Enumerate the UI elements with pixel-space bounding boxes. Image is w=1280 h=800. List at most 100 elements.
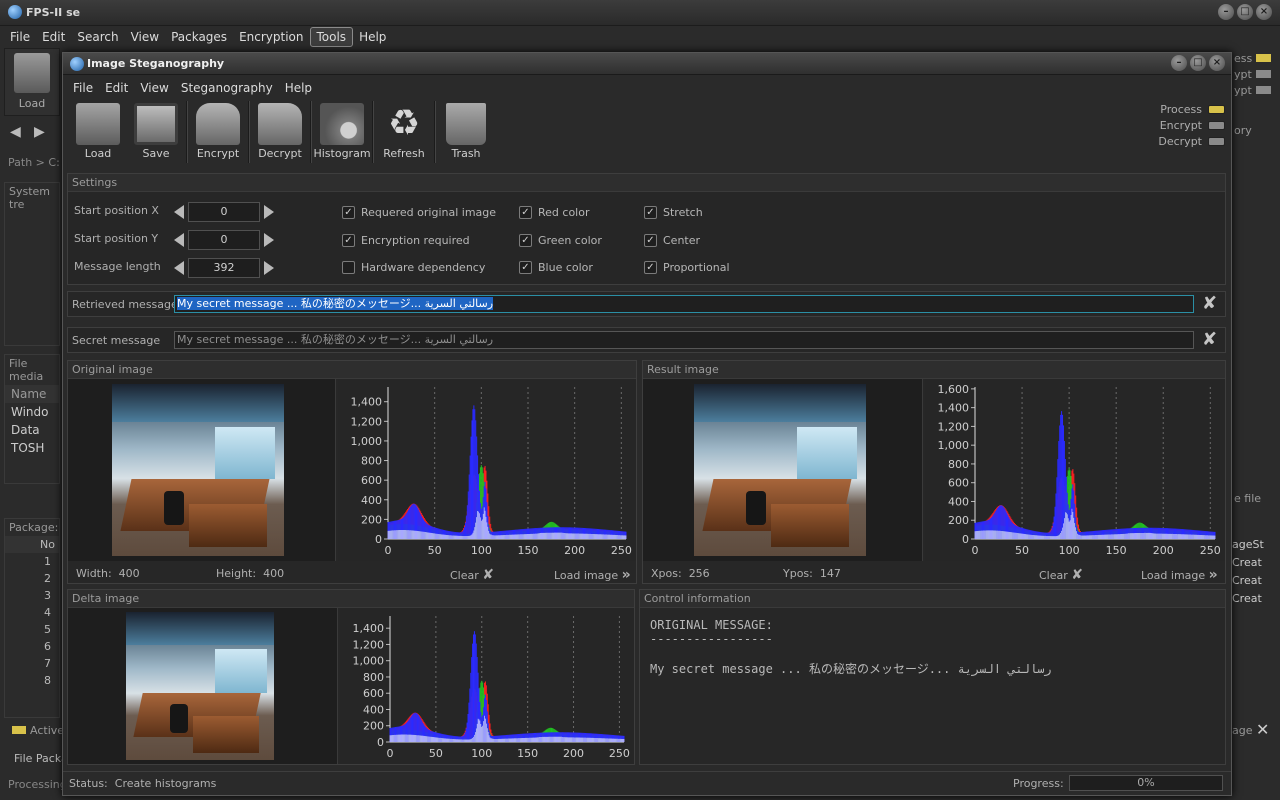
menu-edit[interactable]: Edit (36, 28, 71, 46)
dialog-menu-file[interactable]: File (67, 79, 99, 97)
menu-search[interactable]: Search (71, 28, 124, 46)
start-y-input[interactable]: 0 (188, 230, 260, 250)
center-checkbox[interactable]: ✓ Center (644, 234, 700, 247)
x-tick-label: 0 (972, 544, 979, 557)
main-window-controls: – □ × (1218, 4, 1272, 20)
image-steganography-dialog: Image Steganography – □ × File Edit View… (62, 52, 1232, 796)
y-tick-label: 1,200 (353, 638, 385, 651)
close-icon[interactable]: × (1256, 4, 1272, 20)
clear-retrieved-icon[interactable]: ✘ (1202, 293, 1217, 314)
result-ypos: Ypos: 147 (783, 567, 841, 580)
minimize-icon[interactable]: – (1171, 55, 1187, 71)
original-height: Height: 400 (216, 567, 285, 580)
close-icon[interactable]: × (1209, 55, 1225, 71)
result-image-panel: Result image 0 50 100 150 200 250 0 200 400 600 80… (642, 360, 1226, 584)
y-tick-label: 200 (363, 720, 384, 733)
menu-tools[interactable]: Tools (309, 27, 354, 47)
main-titlebar: FPS-II se – □ × (0, 0, 1280, 26)
floppy-disk-icon (134, 103, 178, 145)
result-load-image-button[interactable]: Load image » (1141, 567, 1218, 583)
arrow-left-icon[interactable] (174, 233, 184, 247)
requered-original-checkbox[interactable]: ✓ Requered original image (342, 206, 496, 219)
result-clear-button[interactable]: Clear ✘ (1039, 567, 1083, 583)
decrypt-button[interactable]: Decrypt (251, 99, 309, 165)
proportional-checkbox[interactable]: ✓ Proportional (644, 261, 730, 274)
blue-color-checkbox[interactable]: ✓ Blue color (519, 261, 593, 274)
bg-right-frag: ypt (1234, 84, 1252, 97)
original-image-panel: Original image 0 50 100 150 200 250 0 200 400 600… (67, 360, 637, 584)
refresh-button[interactable]: ♻ Refresh (375, 99, 433, 165)
drive-item[interactable]: Data (5, 421, 59, 439)
start-x-input[interactable]: 0 (188, 202, 260, 222)
x-tick-label: 200 (564, 544, 585, 557)
drive-item[interactable]: TOSH (5, 439, 59, 457)
arrow-right-icon[interactable] (264, 261, 274, 275)
bg-processing: Processing (8, 778, 67, 791)
checkbox-checked-icon: ✓ (644, 234, 657, 247)
histogram-button[interactable]: Histogram (313, 99, 371, 165)
menu-packages[interactable]: Packages (165, 28, 233, 46)
hardware-dependency-checkbox[interactable]: Hardware dependency (342, 261, 485, 274)
trash-button[interactable]: Trash (437, 99, 495, 165)
y-tick-label: 600 (363, 687, 384, 700)
bg-path: Path > C: (8, 156, 60, 169)
maximize-icon[interactable]: □ (1237, 4, 1253, 20)
result-xpos: Xpos: 256 (651, 567, 710, 580)
secret-message-input[interactable]: My secret message ... 私の秘密のメッセージ... رسال… (174, 331, 1194, 349)
dialog-menu-steganography[interactable]: Steganography (175, 79, 279, 97)
checkbox-checked-icon: ✓ (519, 261, 532, 274)
x-tick-label: 200 (563, 747, 584, 760)
arrow-right-icon[interactable] (264, 205, 274, 219)
arrow-left-icon[interactable] (174, 205, 184, 219)
bg-active: Active (12, 724, 64, 737)
clear-secret-icon[interactable]: ✘ (1202, 329, 1217, 350)
result-image-header: Result image (643, 361, 1225, 379)
y-tick-label: 0 (962, 533, 969, 546)
checkbox-checked-icon: ✓ (519, 206, 532, 219)
start-y-stepper: 0 (174, 230, 274, 250)
settings-header: Settings (68, 174, 1225, 192)
back-arrow-icon[interactable]: ◀ (10, 124, 21, 140)
y-tick-label: 600 (361, 474, 382, 487)
dialog-menu-view[interactable]: View (134, 79, 174, 97)
arrow-left-icon[interactable] (174, 261, 184, 275)
delta-photo (126, 612, 274, 760)
original-clear-button[interactable]: Clear ✘ (450, 567, 494, 583)
close-icon[interactable]: ✕ (1256, 720, 1269, 739)
load-button[interactable]: Load (69, 99, 127, 165)
status-text: Status: Create histograms (69, 777, 217, 790)
save-button[interactable]: Save (127, 99, 185, 165)
delta-image-header: Delta image (68, 590, 634, 608)
message-length-input[interactable]: 392 (188, 258, 260, 278)
menu-encryption[interactable]: Encryption (233, 28, 309, 46)
forward-arrow-icon[interactable]: ▶ (34, 124, 45, 140)
menu-help[interactable]: Help (353, 28, 392, 46)
bg-right-frag: Creat (1232, 574, 1262, 587)
green-color-checkbox[interactable]: ✓ Green color (519, 234, 602, 247)
dialog-menu-help[interactable]: Help (279, 79, 318, 97)
menu-view[interactable]: View (125, 28, 165, 46)
bg-load-tool[interactable]: Load (4, 48, 60, 116)
encryption-required-checkbox[interactable]: ✓ Encryption required (342, 234, 470, 247)
encrypt-button[interactable]: Encrypt (189, 99, 247, 165)
trash-icon (446, 103, 486, 145)
original-load-image-button[interactable]: Load image » (554, 567, 631, 583)
decrypt-led (1208, 136, 1225, 146)
y-tick-label: 1,000 (938, 439, 970, 452)
dialog-menu-edit[interactable]: Edit (99, 79, 134, 97)
bg-led (1256, 54, 1271, 62)
drive-item[interactable]: Windo (5, 403, 59, 421)
maximize-icon[interactable]: □ (1190, 55, 1206, 71)
result-histogram-chart: 0 50 100 150 200 250 0 200 400 600 800 1,000 1,200 1,… (938, 383, 1221, 557)
menu-file[interactable]: File (4, 28, 36, 46)
progress-bar: 0% (1069, 775, 1223, 791)
minimize-icon[interactable]: – (1218, 4, 1234, 20)
y-tick-label: 800 (948, 458, 969, 471)
red-color-checkbox[interactable]: ✓ Red color (519, 206, 589, 219)
arrow-right-icon[interactable] (264, 233, 274, 247)
stretch-checkbox[interactable]: ✓ Stretch (644, 206, 703, 219)
checkbox-checked-icon: ✓ (519, 234, 532, 247)
recycle-icon: ♻ (387, 103, 421, 144)
message-length-stepper: 392 (174, 258, 274, 278)
retrieved-message-input[interactable]: My secret message ... 私の秘密のメッセージ... رسال… (174, 295, 1194, 313)
